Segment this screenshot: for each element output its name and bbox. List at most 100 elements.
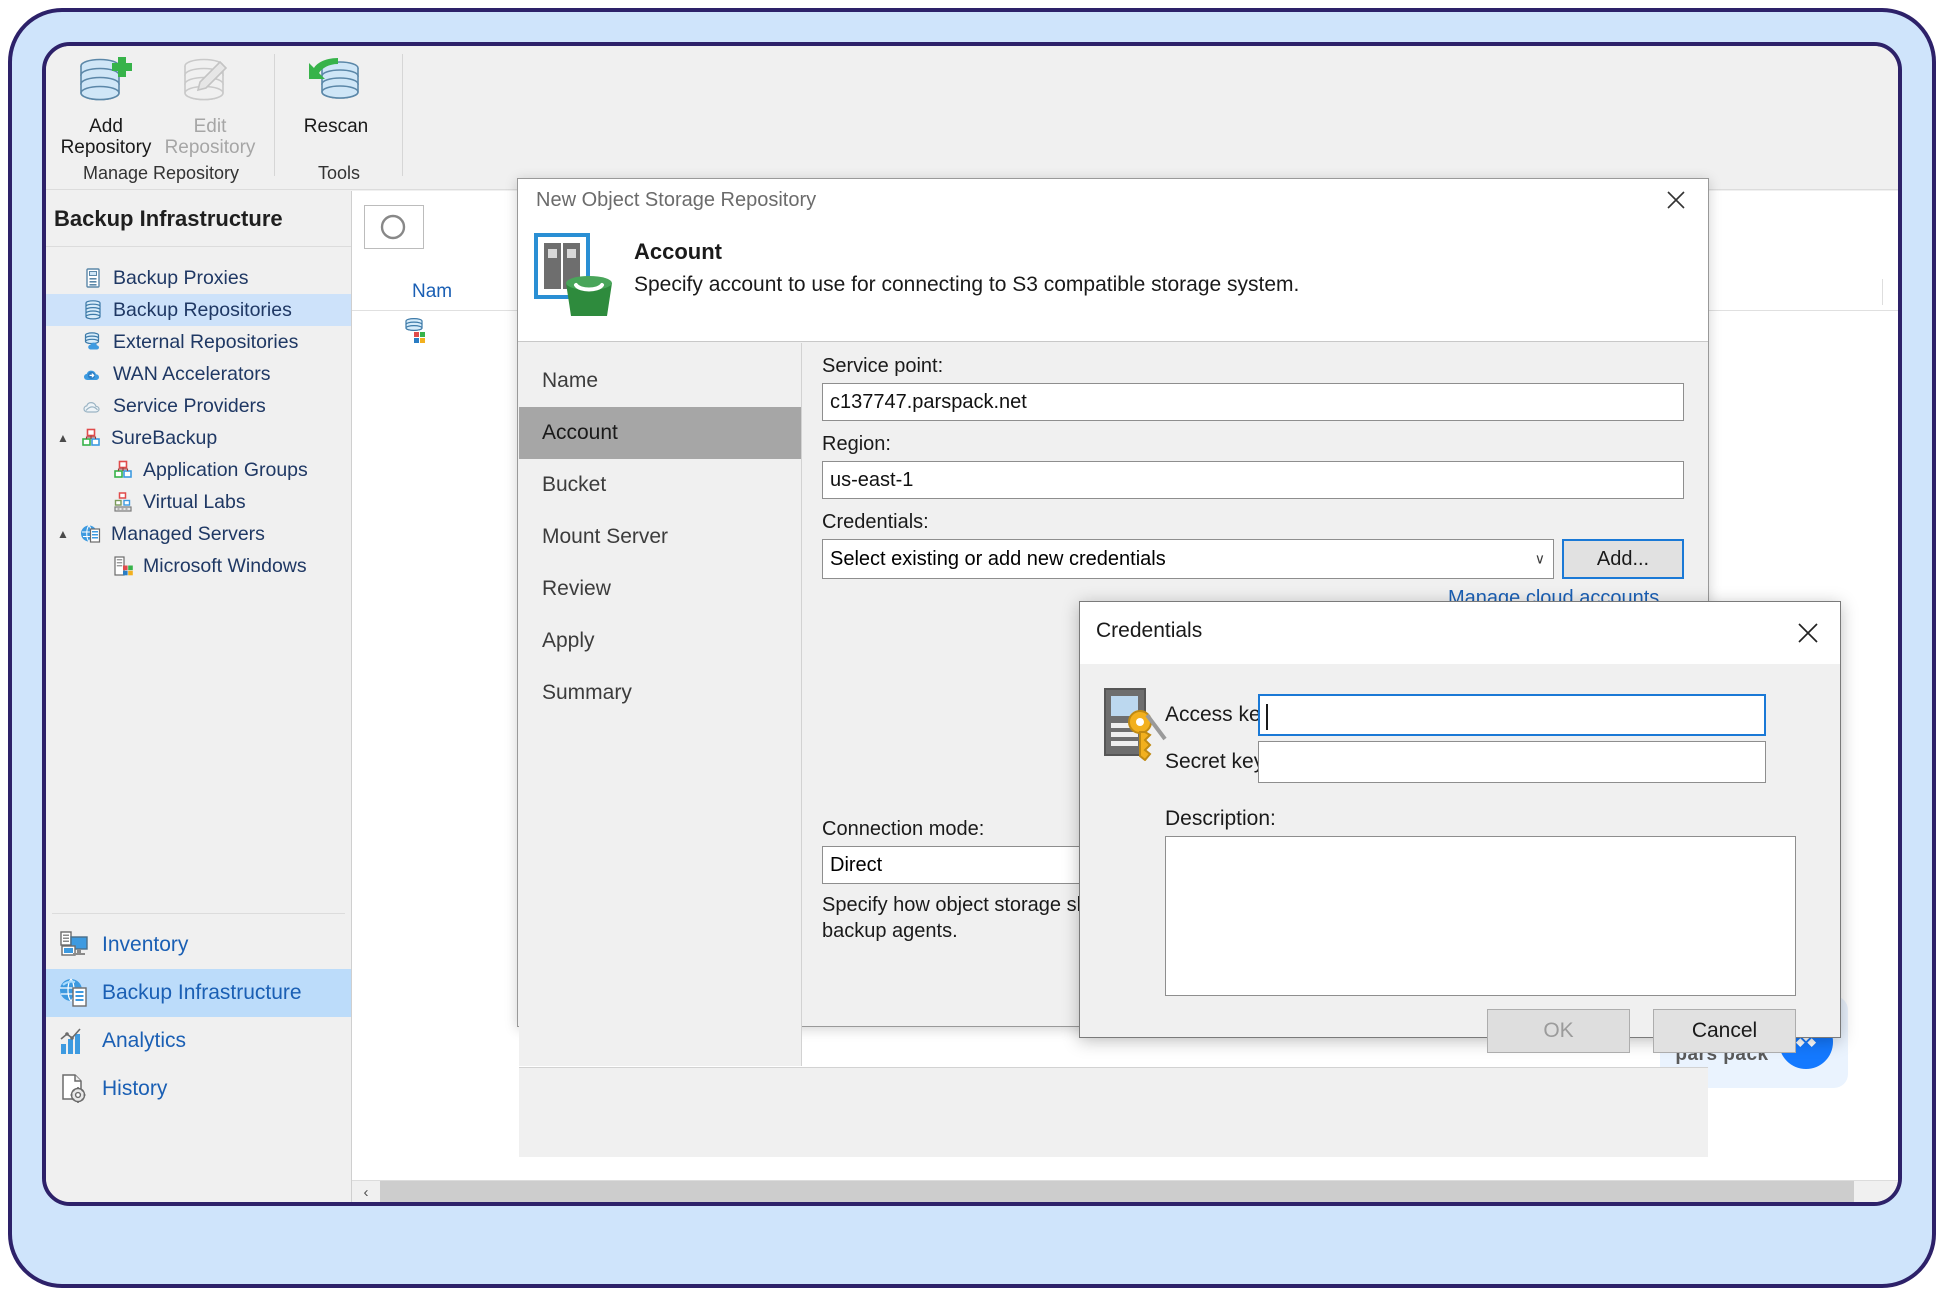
- rescan-button[interactable]: Rescan: [284, 46, 388, 158]
- tree-item-managed-servers[interactable]: ▲ Managed Servers: [46, 518, 351, 550]
- close-icon[interactable]: [1652, 181, 1700, 219]
- connection-mode-value: Direct: [830, 853, 883, 876]
- managed-servers-icon: [80, 523, 102, 545]
- nav-item-backup-infrastructure[interactable]: Backup Infrastructure: [46, 969, 351, 1017]
- edit-repository-button: Edit Repository: [158, 46, 262, 158]
- credentials-titlebar: Credentials: [1080, 602, 1840, 664]
- tree-item-backup-proxies[interactable]: Backup Proxies: [46, 262, 351, 294]
- virtuallab-icon: [112, 491, 134, 513]
- tree-item-label: Application Groups: [143, 458, 308, 481]
- credentials-select-value: Select existing or add new credentials: [830, 547, 1166, 570]
- nav-item-inventory[interactable]: Inventory: [46, 921, 351, 969]
- edit-repository-label-line2: Repository: [164, 137, 256, 159]
- wizard-step-mount-server[interactable]: Mount Server: [519, 511, 801, 563]
- cell-space: 0 B: [1897, 311, 1898, 349]
- tree-item-wan-accelerators[interactable]: WAN Accelerators: [46, 358, 351, 390]
- tree-item-surebackup[interactable]: ▲ SureBackup: [46, 422, 351, 454]
- cancel-button[interactable]: Cancel: [1653, 1009, 1796, 1053]
- horizontal-scrollbar[interactable]: ‹: [352, 1180, 1898, 1202]
- wizard-step-apply[interactable]: Apply: [519, 615, 801, 667]
- wan-cloud-icon: [82, 363, 104, 385]
- tree-item-label: SureBackup: [111, 426, 218, 449]
- panel-divider: [52, 913, 345, 914]
- tree-item-application-groups[interactable]: Application Groups: [46, 454, 351, 486]
- scroll-left-icon[interactable]: ‹: [352, 1181, 380, 1202]
- text-caret: [1266, 704, 1268, 730]
- credentials-dialog-body: Access key: Secret key: Description: OK …: [1080, 664, 1840, 1053]
- chevron-down-icon: ∨: [1534, 550, 1545, 567]
- wizard-step-review[interactable]: Review: [519, 563, 801, 615]
- credentials-dialog: Credentials Access key: Secret key: Desc…: [1079, 601, 1841, 1053]
- tree-expander-icon[interactable]: ▲: [54, 429, 72, 447]
- repo-row-icon: [403, 317, 429, 349]
- view-switcher: Inventory Backup Infrastructure Analytic…: [46, 921, 351, 1113]
- ribbon-group-manage-repository: Add Repository Edit Repository Manage Re…: [54, 46, 268, 190]
- connection-mode-label: Connection mode:: [822, 818, 985, 840]
- grid-column-separator-1: [1882, 279, 1883, 305]
- step-list-spacer: [519, 343, 801, 355]
- appgroup-icon: [112, 459, 134, 481]
- ribbon-separator-2: [402, 54, 403, 176]
- tree-item-service-providers[interactable]: Service Providers: [46, 390, 351, 422]
- tree-item-external-repositories[interactable]: External Repositories: [46, 326, 351, 358]
- veeam-console-window: Add Repository Edit Repository Manage Re…: [42, 42, 1902, 1206]
- provider-cloud-icon: [82, 395, 104, 417]
- add-repository-icon: [74, 54, 138, 112]
- tree-item-label: WAN Accelerators: [113, 362, 271, 385]
- wizard-step-account[interactable]: Account: [519, 407, 801, 459]
- grid-column-name[interactable]: Nam: [412, 273, 452, 311]
- tree-item-label: Backup Proxies: [113, 266, 249, 289]
- tree-item-virtual-labs[interactable]: Virtual Labs: [46, 486, 351, 518]
- wizard-step-summary[interactable]: Summary: [519, 667, 801, 719]
- infrastructure-tree: Backup Proxies Backup Repositories Exter…: [46, 248, 351, 913]
- surebackup-icon: [80, 427, 102, 449]
- ribbon-group-label-tools: Tools: [317, 163, 361, 183]
- grid-column-space[interactable]: Space: [1897, 273, 1898, 311]
- nav-item-label: History: [102, 1077, 168, 1100]
- rescan-icon: [304, 54, 368, 112]
- inventory-icon: [58, 929, 90, 961]
- nav-item-analytics[interactable]: Analytics: [46, 1017, 351, 1065]
- region-input[interactable]: us-east-1: [822, 461, 1684, 499]
- infrastructure-icon: [58, 977, 90, 1009]
- wizard-step-list: Name Account Bucket Mount Server Review …: [519, 343, 802, 1066]
- secret-key-field[interactable]: [1258, 741, 1766, 783]
- credentials-select[interactable]: Select existing or add new credentials ∨: [822, 539, 1554, 579]
- wizard-step-name[interactable]: Name: [519, 355, 801, 407]
- description-textarea[interactable]: [1165, 836, 1796, 996]
- tree-item-label: Service Providers: [113, 394, 266, 417]
- proxy-icon: [82, 267, 104, 289]
- tree-item-label: Microsoft Windows: [143, 554, 307, 577]
- nav-item-history[interactable]: History: [46, 1065, 351, 1113]
- nav-item-label: Backup Infrastructure: [102, 981, 302, 1004]
- repository-icon: [82, 299, 104, 321]
- wizard-step-bucket[interactable]: Bucket: [519, 459, 801, 511]
- connection-mode-hint: Specify how object storage sho backup ag…: [822, 892, 1099, 945]
- ext-repo-icon: [82, 331, 104, 353]
- add-repository-button[interactable]: Add Repository: [54, 46, 158, 158]
- left-panel: Backup Infrastructure Backup Proxies Bac…: [46, 191, 352, 1202]
- tree-item-microsoft-windows[interactable]: Microsoft Windows: [46, 550, 351, 582]
- nav-item-label: Analytics: [102, 1029, 187, 1052]
- search-input[interactable]: [364, 205, 424, 249]
- object-storage-bucket-icon: [532, 231, 618, 321]
- description-label: Description:: [1165, 807, 1276, 830]
- wizard-step-subtitle: Specify account to use for connecting to…: [634, 273, 1300, 296]
- tree-item-label: Virtual Labs: [143, 490, 246, 513]
- service-point-input[interactable]: c137747.parspack.net: [822, 383, 1684, 421]
- search-icon: [377, 212, 411, 249]
- access-key-field[interactable]: [1258, 694, 1766, 736]
- close-icon[interactable]: [1784, 612, 1832, 654]
- scrollbar-thumb[interactable]: [380, 1181, 1854, 1202]
- wizard-footer: [519, 1067, 1708, 1157]
- secret-key-label: Secret key:: [1165, 750, 1271, 773]
- ok-button: OK: [1487, 1009, 1630, 1053]
- tree-item-backup-repositories[interactable]: Backup Repositories: [46, 294, 351, 326]
- connection-mode-hint-line2: backup agents.: [822, 920, 958, 943]
- rescan-label: Rescan: [303, 116, 369, 137]
- wizard-step-title: Account: [634, 239, 722, 264]
- tree-expander-icon[interactable]: ▲: [54, 525, 72, 543]
- tree-item-label: External Repositories: [113, 330, 299, 353]
- add-repository-label-line2: Repository: [60, 137, 152, 159]
- add-credentials-button[interactable]: Add...: [1562, 539, 1684, 579]
